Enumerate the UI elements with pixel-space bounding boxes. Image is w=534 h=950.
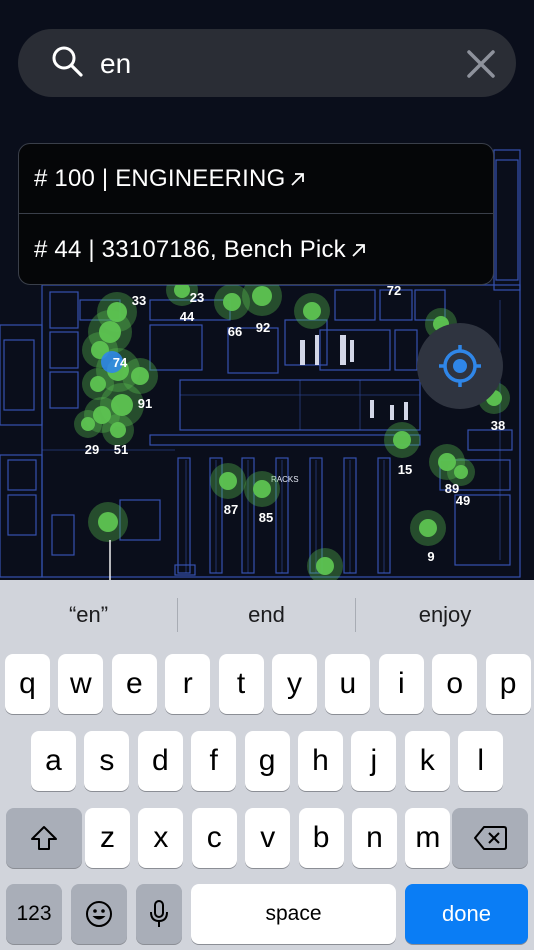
key-x[interactable]: x — [138, 808, 184, 868]
key-u[interactable]: u — [325, 654, 371, 714]
marker-label: 33 — [132, 293, 146, 308]
done-key[interactable]: done — [405, 884, 528, 944]
heat-marker[interactable] — [98, 512, 118, 532]
result-label: # 100 | ENGINEERING — [34, 164, 286, 192]
key-t[interactable]: t — [218, 654, 264, 714]
key-h[interactable]: h — [298, 731, 343, 791]
locate-me-button[interactable] — [417, 323, 503, 409]
on-screen-keyboard: “en” end enjoy qwertyuiop asdfghjkl zxcv… — [0, 580, 534, 950]
key-v[interactable]: v — [245, 808, 291, 868]
heat-marker[interactable] — [223, 293, 241, 311]
marker-label: 29 — [85, 442, 99, 457]
heat-marker[interactable] — [81, 417, 95, 431]
heat-marker[interactable] — [454, 465, 468, 479]
key-k[interactable]: k — [404, 731, 450, 791]
key-s[interactable]: s — [84, 731, 130, 791]
key-f[interactable]: f — [191, 731, 237, 791]
emoji-smiley-icon — [86, 901, 112, 927]
key-m[interactable]: m — [405, 808, 451, 868]
key-z[interactable]: z — [85, 808, 130, 868]
key-j[interactable]: j — [351, 731, 397, 791]
key-q[interactable]: q — [5, 654, 50, 714]
key-l[interactable]: l — [458, 731, 504, 791]
key-i[interactable]: i — [378, 654, 424, 714]
heat-marker[interactable] — [316, 557, 334, 575]
heat-marker[interactable] — [90, 376, 106, 392]
key-b[interactable]: b — [298, 808, 344, 868]
location-target-icon — [439, 345, 481, 387]
heat-marker[interactable] — [252, 286, 272, 306]
backspace-icon — [474, 826, 507, 850]
key-w[interactable]: w — [58, 654, 104, 714]
key-g[interactable]: g — [244, 731, 290, 791]
marker-label: 87 — [224, 502, 238, 517]
heat-marker[interactable] — [110, 422, 126, 438]
heat-marker[interactable] — [131, 367, 149, 385]
marker-label: 74 — [113, 355, 128, 370]
marker-label: 72 — [387, 283, 401, 298]
marker-label: 44 — [180, 309, 195, 324]
heat-marker[interactable] — [253, 480, 271, 498]
marker-label: 15 — [398, 462, 412, 477]
heat-marker[interactable] — [303, 302, 321, 320]
search-result-item[interactable]: # 44 | 33107186, Bench Pick — [19, 215, 493, 284]
marker-label: 91 — [138, 396, 152, 411]
key-p[interactable]: p — [485, 654, 531, 714]
heat-marker[interactable] — [419, 519, 437, 537]
shift-arrow-icon — [31, 826, 57, 850]
suggestion-enjoy[interactable]: enjoy — [356, 580, 534, 650]
heat-marker[interactable] — [393, 431, 411, 449]
shift-key[interactable] — [6, 808, 82, 868]
marker-label: 85 — [259, 510, 273, 525]
heat-marker[interactable] — [219, 472, 237, 490]
space-key[interactable]: space — [191, 884, 396, 944]
marker-label: 9 — [427, 549, 434, 564]
search-icon — [52, 46, 83, 77]
numbers-key[interactable]: 123 — [6, 884, 62, 944]
key-n[interactable]: n — [352, 808, 397, 868]
emoji-key[interactable] — [71, 884, 127, 944]
backspace-key[interactable] — [452, 808, 528, 868]
marker-label: 66 — [228, 324, 242, 339]
suggestion-quoted[interactable]: “en” — [0, 580, 177, 650]
key-a[interactable]: a — [31, 731, 76, 791]
key-y[interactable]: y — [272, 654, 317, 714]
marker-label: 92 — [256, 320, 270, 335]
arrow-up-right-icon — [291, 172, 305, 186]
search-result-item[interactable]: # 100 | ENGINEERING — [19, 144, 493, 214]
key-e[interactable]: e — [111, 654, 157, 714]
marker-label: 38 — [491, 418, 505, 433]
marker-label: 51 — [114, 442, 128, 457]
search-input[interactable] — [100, 44, 440, 84]
microphone-icon — [150, 900, 168, 927]
key-r[interactable]: r — [165, 654, 211, 714]
marker-label: 49 — [456, 493, 470, 508]
arrow-up-right-icon — [352, 244, 365, 257]
key-o[interactable]: o — [432, 654, 478, 714]
search-results-dropdown: # 100 | ENGINEERING # 44 | 33107186, Ben… — [18, 143, 494, 285]
marker-label: 23 — [190, 290, 204, 305]
dictation-key[interactable] — [136, 884, 182, 944]
suggestion-end[interactable]: end — [178, 580, 355, 650]
clear-search-icon[interactable] — [463, 46, 499, 82]
key-d[interactable]: d — [137, 731, 183, 791]
key-c[interactable]: c — [191, 808, 237, 868]
result-label: # 44 | 33107186, Bench Pick — [34, 236, 346, 263]
